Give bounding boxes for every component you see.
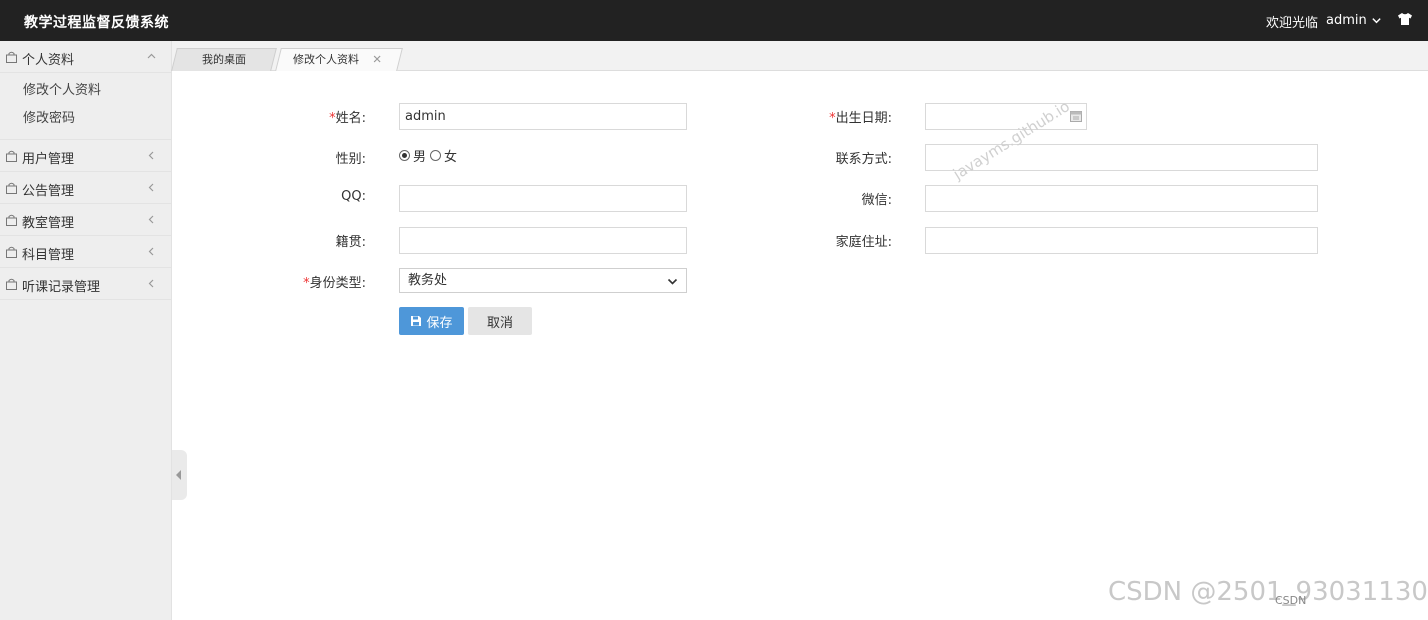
qq-label: QQ: <box>341 189 366 204</box>
csdn-watermark: CSDN @2501_93031130 <box>1108 577 1428 607</box>
gender-label: 性别: <box>335 152 366 167</box>
welcome-text: 欢迎光临 <box>1266 16 1319 31</box>
sidebar-group-classrooms[interactable]: 教室管理 <box>0 204 171 236</box>
name-input[interactable] <box>399 103 687 130</box>
username-label: admin <box>1326 12 1367 28</box>
chevron-up-icon <box>147 53 156 59</box>
tab-bar: 我的桌面 修改个人资料 <box>171 41 1428 71</box>
bag-icon <box>6 51 17 63</box>
tab-label: 我的桌面 <box>202 53 246 66</box>
qq-input[interactable] <box>399 185 687 212</box>
theme-shirt-icon[interactable] <box>1397 12 1413 26</box>
chevron-down-icon <box>667 278 678 285</box>
sidebar-group-personal[interactable]: 个人资料 <box>0 41 171 73</box>
contact-label: 联系方式: <box>835 152 892 167</box>
sidebar-group-notices[interactable]: 公告管理 <box>0 172 171 204</box>
hometown-input[interactable] <box>399 227 687 254</box>
floppy-disk-icon <box>411 316 422 326</box>
sidebar-item-edit-profile[interactable]: 修改个人资料 <box>0 77 171 105</box>
chevron-left-icon <box>148 279 154 288</box>
chevron-left-icon <box>148 183 154 192</box>
sidebar-group-label: 公告管理 <box>22 184 75 199</box>
bag-icon <box>6 214 17 226</box>
top-header: 教学过程监督反馈系统 欢迎光临 admin <box>0 0 1428 41</box>
address-input[interactable] <box>925 227 1318 254</box>
save-button-label: 保存 <box>426 315 453 331</box>
sidebar-group-label: 听课记录管理 <box>22 280 101 295</box>
identity-type-select[interactable]: 教务处 <box>399 268 687 293</box>
gender-male-label: 男 <box>413 150 427 165</box>
sidebar-group-users[interactable]: 用户管理 <box>0 140 171 172</box>
sidebar-group-subjects[interactable]: 科目管理 <box>0 236 171 268</box>
wechat-input[interactable] <box>925 185 1318 212</box>
chevron-left-icon <box>148 215 154 224</box>
bag-icon <box>6 150 17 162</box>
user-menu[interactable]: admin <box>1326 10 1382 30</box>
cancel-button[interactable]: 取消 <box>468 307 532 335</box>
sidebar-item-change-password[interactable]: 修改密码 <box>0 105 171 133</box>
sidebar: 个人资料 修改个人资料 修改密码 用户管理 公告管理 教室管理 科目管理 听课记… <box>0 41 172 620</box>
sidebar-group-label: 教室管理 <box>22 216 75 231</box>
address-label: 家庭住址: <box>835 235 892 250</box>
sidebar-group-label: 科目管理 <box>22 248 75 263</box>
gender-radio-group: 男 女 <box>399 146 461 165</box>
cancel-button-label: 取消 <box>486 315 513 331</box>
wechat-label: 微信: <box>861 193 892 208</box>
chevron-down-icon <box>1372 17 1381 23</box>
bag-icon <box>6 182 17 194</box>
save-button[interactable]: 保存 <box>399 307 464 335</box>
csdn-small-watermark: CSDN <box>1275 594 1307 607</box>
tab-my-desktop[interactable]: 我的桌面 <box>171 48 277 71</box>
identity-type-value: 教务处 <box>408 273 448 288</box>
close-icon[interactable] <box>371 53 383 65</box>
sidebar-group-label: 用户管理 <box>22 152 75 167</box>
birth-date-label: *出生日期: <box>829 111 892 126</box>
identity-type-label: *身份类型: <box>303 276 366 291</box>
bag-icon <box>6 246 17 258</box>
sidebar-submenu: 修改个人资料 修改密码 <box>0 73 171 140</box>
gender-female-radio[interactable] <box>430 150 442 161</box>
name-label: *姓名: <box>329 111 366 126</box>
sidebar-collapse-handle[interactable] <box>172 450 187 500</box>
sidebar-group-lecture-records[interactable]: 听课记录管理 <box>0 268 171 300</box>
chevron-left-icon <box>148 247 154 256</box>
hometown-label: 籍贯: <box>335 235 366 250</box>
bag-icon <box>6 278 17 290</box>
gender-female-label: 女 <box>444 150 458 165</box>
tab-edit-profile[interactable]: 修改个人资料 <box>275 48 403 71</box>
caret-left-icon <box>176 470 181 480</box>
app-title: 教学过程监督反馈系统 <box>24 15 169 31</box>
sidebar-group-label: 个人资料 <box>22 53 75 68</box>
chevron-left-icon <box>148 151 154 160</box>
gender-male-radio[interactable] <box>399 150 410 161</box>
